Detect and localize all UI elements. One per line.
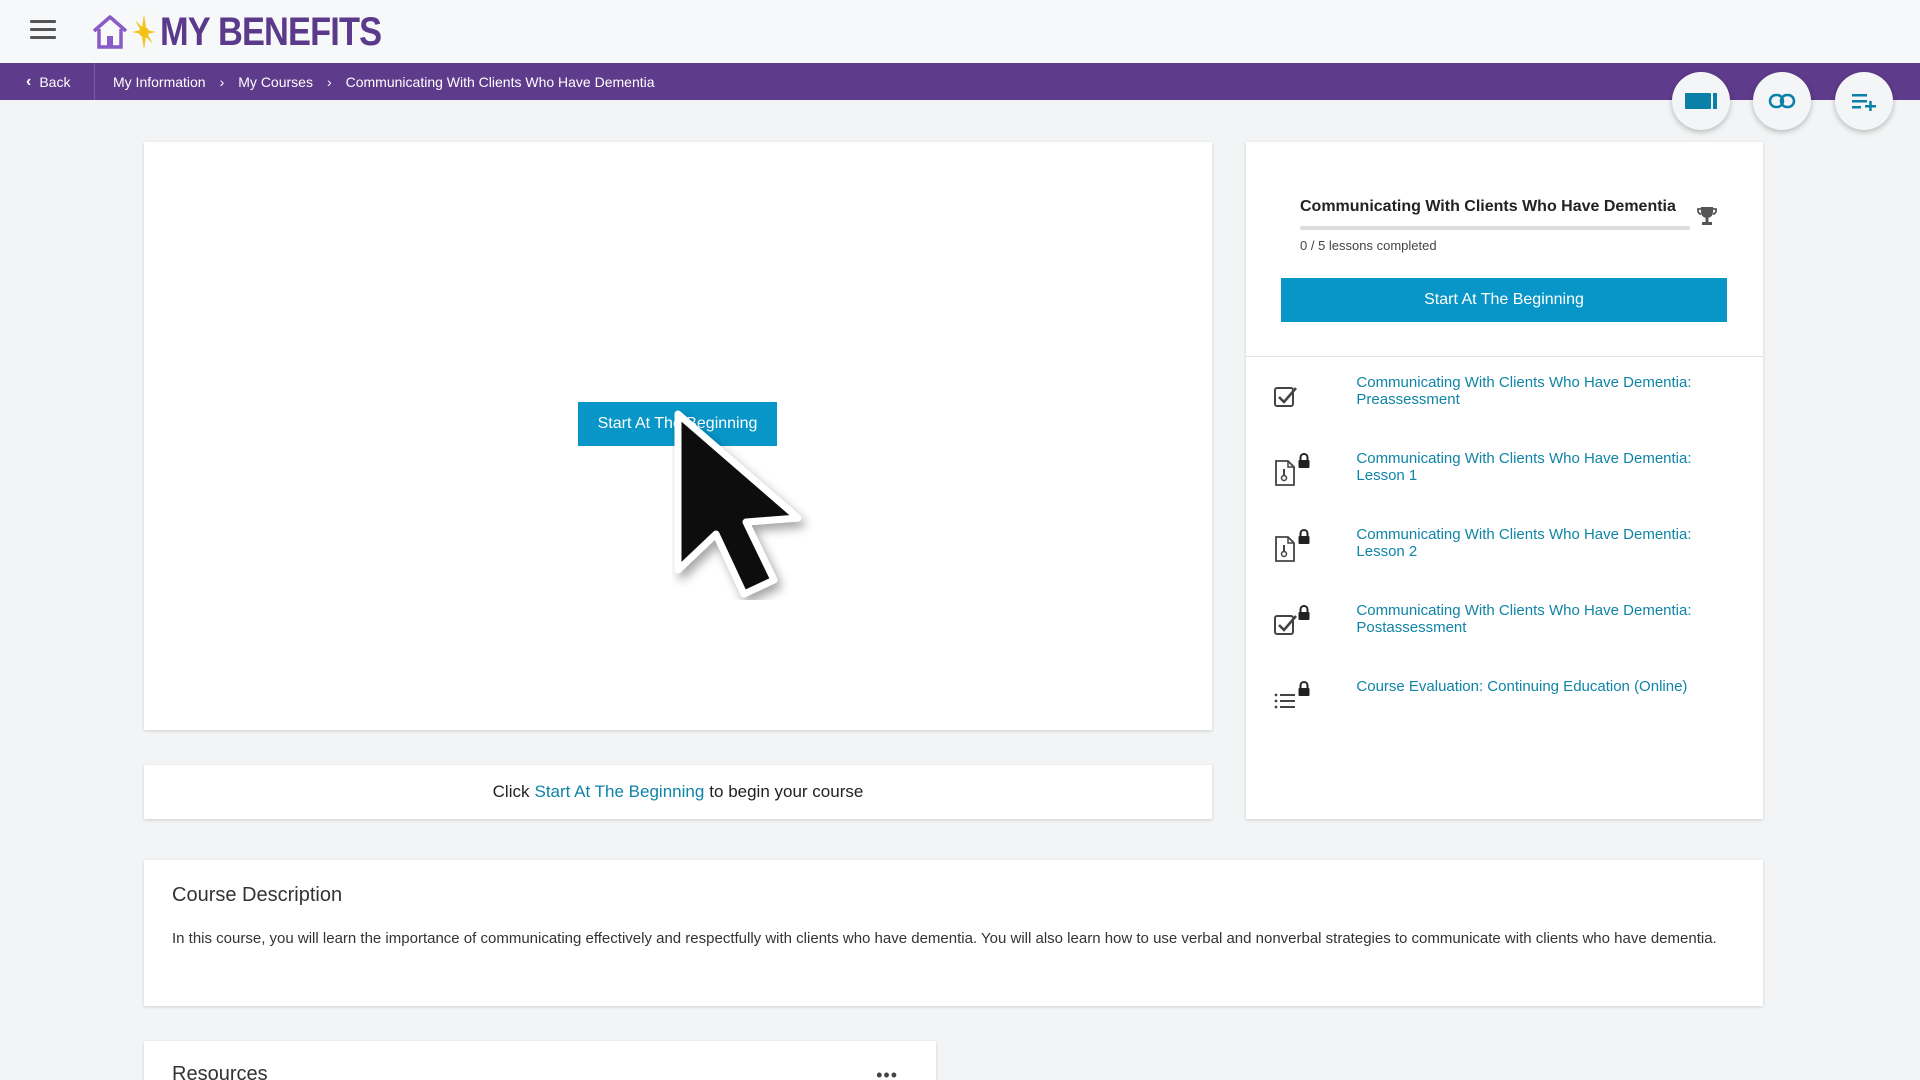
instruction-suffix: to begin your course	[709, 782, 864, 801]
copy-link-button[interactable]	[1753, 72, 1811, 130]
lesson-label: Course Evaluation: Continuing Education …	[1356, 678, 1688, 695]
lesson-label: Communicating With Clients Who Have Deme…	[1356, 526, 1692, 560]
course-progress-bar	[1300, 226, 1690, 230]
breadcrumb-my-courses[interactable]: My Courses	[238, 74, 313, 90]
trophy-icon	[1697, 207, 1717, 225]
start-instruction: Click Start At The Beginning to begin yo…	[144, 765, 1212, 819]
progress-text: 0 / 5 lessons completed	[1300, 238, 1437, 253]
course-description-title: Course Description	[172, 884, 343, 906]
chevron-left-icon: ‹	[26, 72, 32, 90]
video-button[interactable]	[1672, 72, 1730, 130]
lesson-label: Communicating With Clients Who Have Deme…	[1356, 374, 1692, 408]
breadcrumb-current-course: Communicating With Clients Who Have Deme…	[345, 73, 655, 90]
course-title: Communicating With Clients Who Have Deme…	[1300, 198, 1676, 215]
lesson-label: Communicating With Clients Who Have Deme…	[1356, 450, 1692, 484]
home-icon	[92, 15, 128, 49]
back-button[interactable]: ‹ Back	[0, 63, 95, 100]
brand-logo[interactable]: MY BENEFITS	[90, 8, 417, 56]
course-description-text: In this course, you will learn the impor…	[172, 930, 1717, 947]
add-to-playlist-button[interactable]	[1835, 72, 1893, 130]
checklist-icon	[1274, 615, 1297, 635]
lock-icon	[1298, 681, 1310, 696]
mouse-cursor-icon	[674, 410, 802, 598]
video-icon	[1685, 93, 1717, 109]
lock-icon	[1298, 529, 1310, 544]
back-label: Back	[39, 73, 71, 90]
lesson-item-postassessment[interactable]: Communicating With Clients Who Have Deme…	[1271, 602, 1741, 652]
more-options-icon[interactable]: •••	[876, 1065, 898, 1080]
breadcrumb-my-information[interactable]: My Information	[113, 74, 206, 90]
lesson-icon-wrap	[1271, 453, 1314, 496]
side-start-button[interactable]: Start At The Beginning	[1281, 278, 1727, 322]
lesson-item-course-evaluation[interactable]: Course Evaluation: Continuing Education …	[1271, 678, 1741, 728]
resources-card: Resources •••	[144, 1041, 936, 1080]
lesson-icon-wrap	[1271, 529, 1314, 572]
lesson-icon-wrap	[1271, 605, 1314, 648]
instruction-start-link[interactable]: Start At The Beginning	[534, 782, 704, 802]
lesson-item-lesson-1[interactable]: Communicating With Clients Who Have Deme…	[1271, 450, 1741, 500]
breadcrumb: My Information › My Courses › Communicat…	[95, 74, 655, 90]
logo-text: MY BENEFITS	[160, 9, 382, 54]
lock-icon	[1298, 453, 1310, 468]
course-description-card: Course Description In this course, you w…	[144, 860, 1763, 1006]
breadcrumb-bar: ‹ Back My Information › My Courses › Com…	[0, 63, 1920, 100]
instruction-prefix: Click	[492, 782, 530, 801]
document-icon	[1275, 536, 1295, 562]
chevron-right-icon: ›	[219, 73, 225, 90]
course-outline-panel: Communicating With Clients Who Have Deme…	[1246, 142, 1763, 819]
lesson-icon-wrap	[1271, 681, 1314, 724]
lock-icon	[1298, 605, 1310, 620]
lesson-icon-wrap	[1271, 380, 1314, 420]
playlist-add-icon	[1852, 94, 1876, 111]
divider	[1246, 356, 1763, 357]
hamburger-menu-icon[interactable]	[30, 20, 56, 40]
lesson-item-lesson-2[interactable]: Communicating With Clients Who Have Deme…	[1271, 526, 1741, 576]
checklist-icon	[1274, 387, 1297, 407]
app-header: MY BENEFITS	[0, 0, 1920, 63]
lesson-item-preassessment[interactable]: Communicating With Clients Who Have Deme…	[1271, 374, 1741, 424]
chevron-right-icon: ›	[326, 73, 332, 90]
list-icon	[1274, 693, 1295, 709]
resources-title: Resources	[172, 1063, 268, 1080]
document-icon	[1275, 460, 1295, 486]
sun-icon	[132, 14, 156, 50]
link-icon	[1768, 93, 1796, 109]
lesson-label: Communicating With Clients Who Have Deme…	[1356, 602, 1692, 636]
